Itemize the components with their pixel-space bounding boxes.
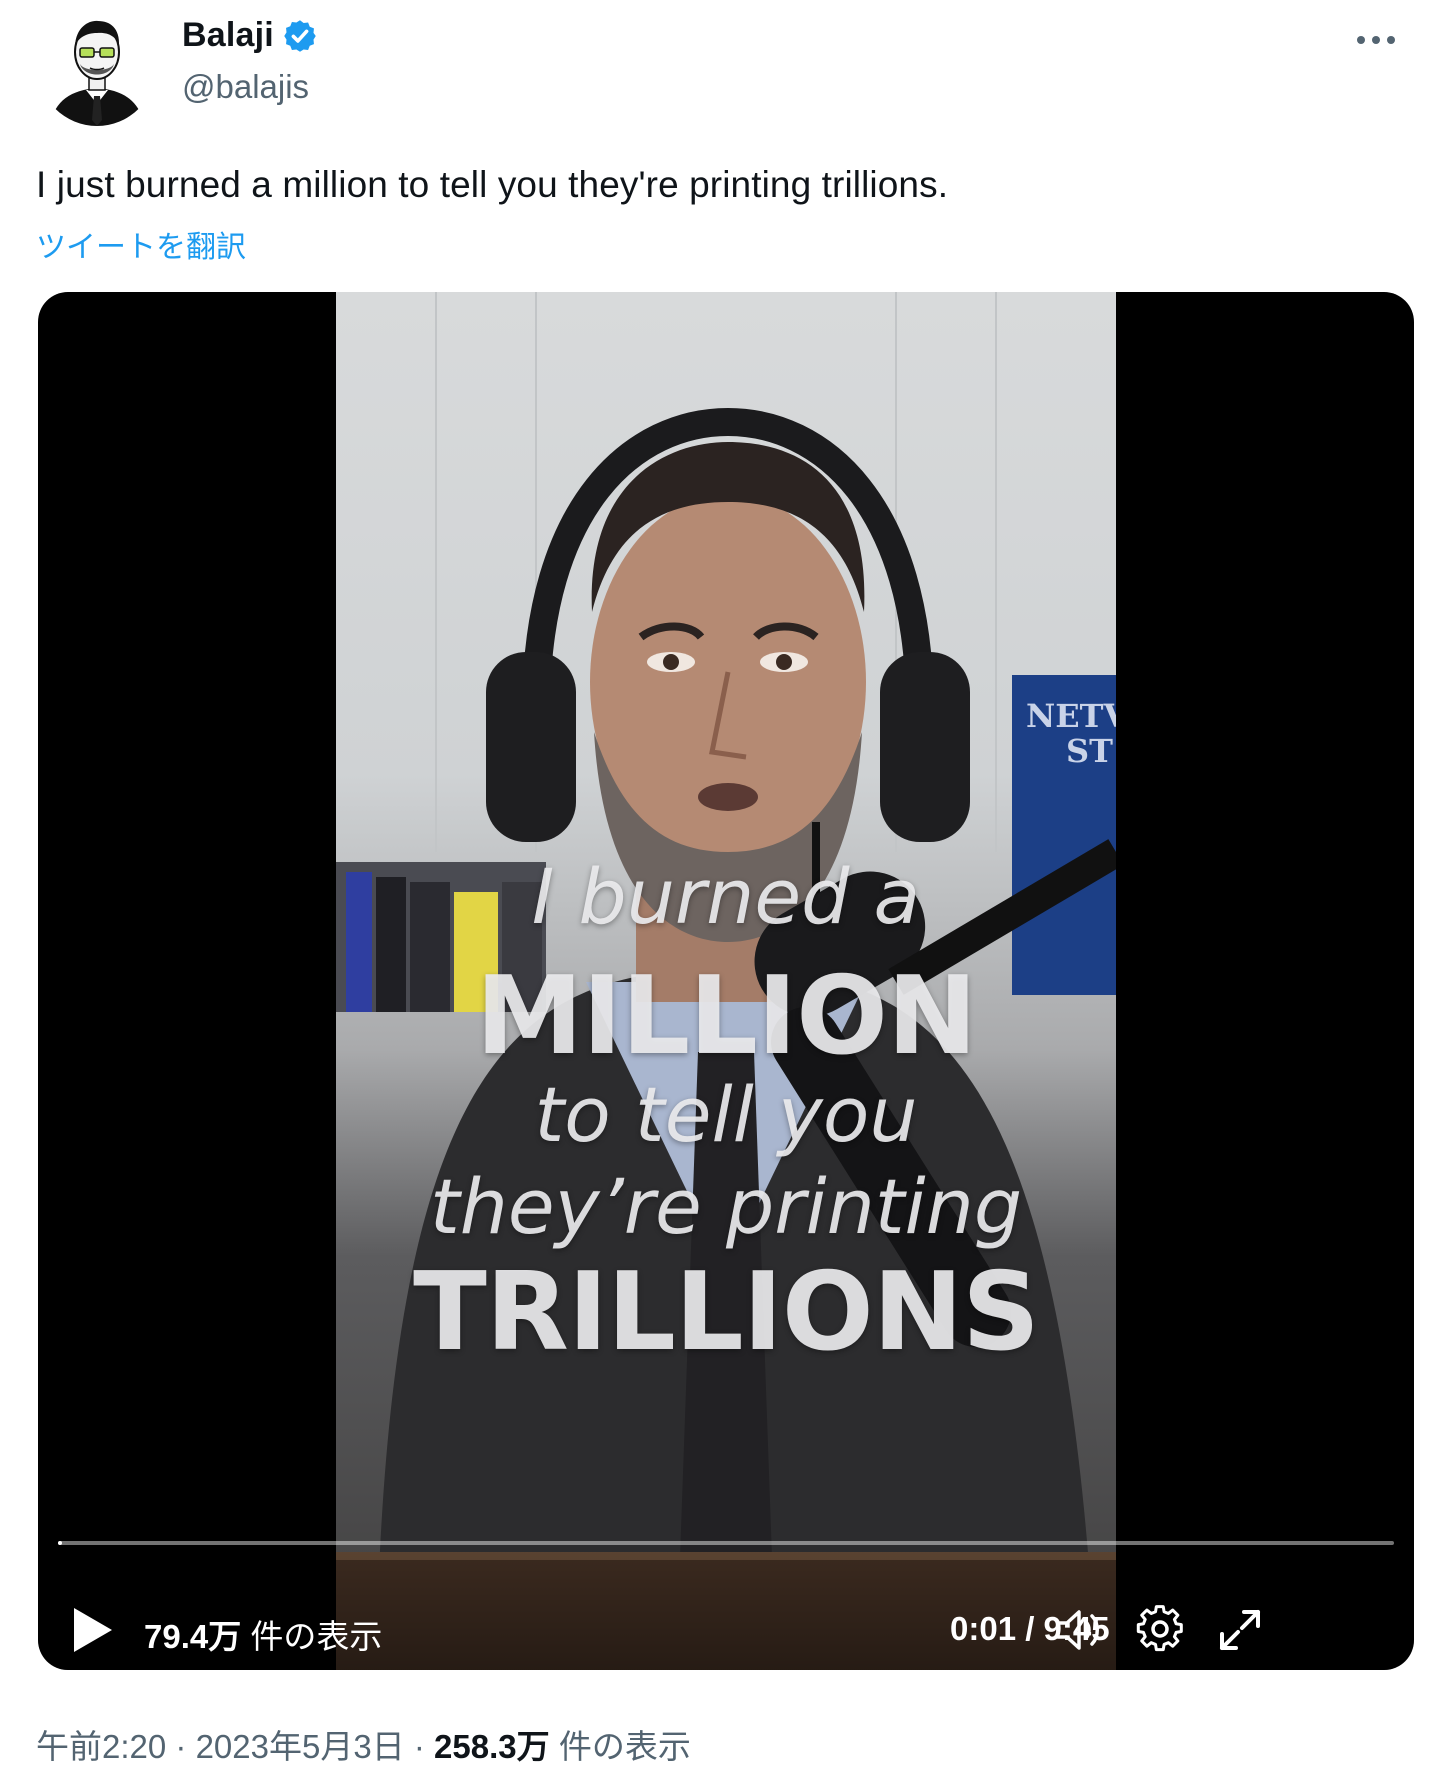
author-name-row[interactable]: Balaji [182, 16, 318, 55]
play-icon[interactable] [68, 1604, 116, 1656]
verified-badge-icon [284, 19, 316, 52]
overlay-line-million: MILLION [475, 954, 978, 1079]
video-views-number: 79.4万 [144, 1618, 242, 1655]
overlay-line-trillions: TRILLIONS [413, 1250, 1040, 1375]
progress-fill [58, 1541, 62, 1545]
more-dots-icon[interactable] [1346, 20, 1406, 60]
avatar[interactable] [38, 8, 156, 126]
handle[interactable]: @balajis [182, 68, 309, 106]
volume-icon[interactable] [1052, 1604, 1104, 1656]
fullscreen-expand-icon[interactable] [1214, 1604, 1266, 1656]
tweet-view-count: 258.3万 [434, 1728, 550, 1765]
meta-separator: · [413, 1728, 425, 1765]
video-views-label: 件の表示 [250, 1618, 383, 1655]
settings-gear-icon[interactable] [1134, 1604, 1186, 1656]
video-player[interactable]: NETV ST I burned a MILLION to tell you t… [38, 292, 1414, 1670]
overlay-line-4: they’re printing [429, 1162, 1023, 1251]
tweet-date[interactable]: 2023年5月3日 [196, 1728, 405, 1765]
poster-sign-line-2: ST [1066, 732, 1113, 770]
progress-bar[interactable] [58, 1541, 1394, 1545]
tweet-view-label: 件の表示 [558, 1728, 691, 1765]
tweet-card: Balaji @balajis I just burned a million … [0, 0, 1456, 1789]
tweet-text: I just burned a million to tell you they… [36, 164, 949, 205]
video-frame[interactable]: NETV ST I burned a MILLION to tell you t… [336, 292, 1116, 1670]
display-name[interactable]: Balaji [182, 16, 274, 55]
poster-sign-line-1: NETV [1026, 697, 1116, 735]
tweet-time[interactable]: 午前2:20 [36, 1728, 166, 1765]
translate-tweet-link[interactable]: ツイートを翻訳 [36, 222, 246, 266]
overlay-line-1: I burned a [531, 852, 921, 941]
meta-separator: · [175, 1728, 187, 1765]
overlay-line-3: to tell you [534, 1070, 918, 1159]
video-view-count: 79.4万 件の表示 [144, 1610, 382, 1658]
tweet-meta: 午前2:20 · 2023年5月3日 · 258.3万 件の表示 [36, 1720, 691, 1768]
